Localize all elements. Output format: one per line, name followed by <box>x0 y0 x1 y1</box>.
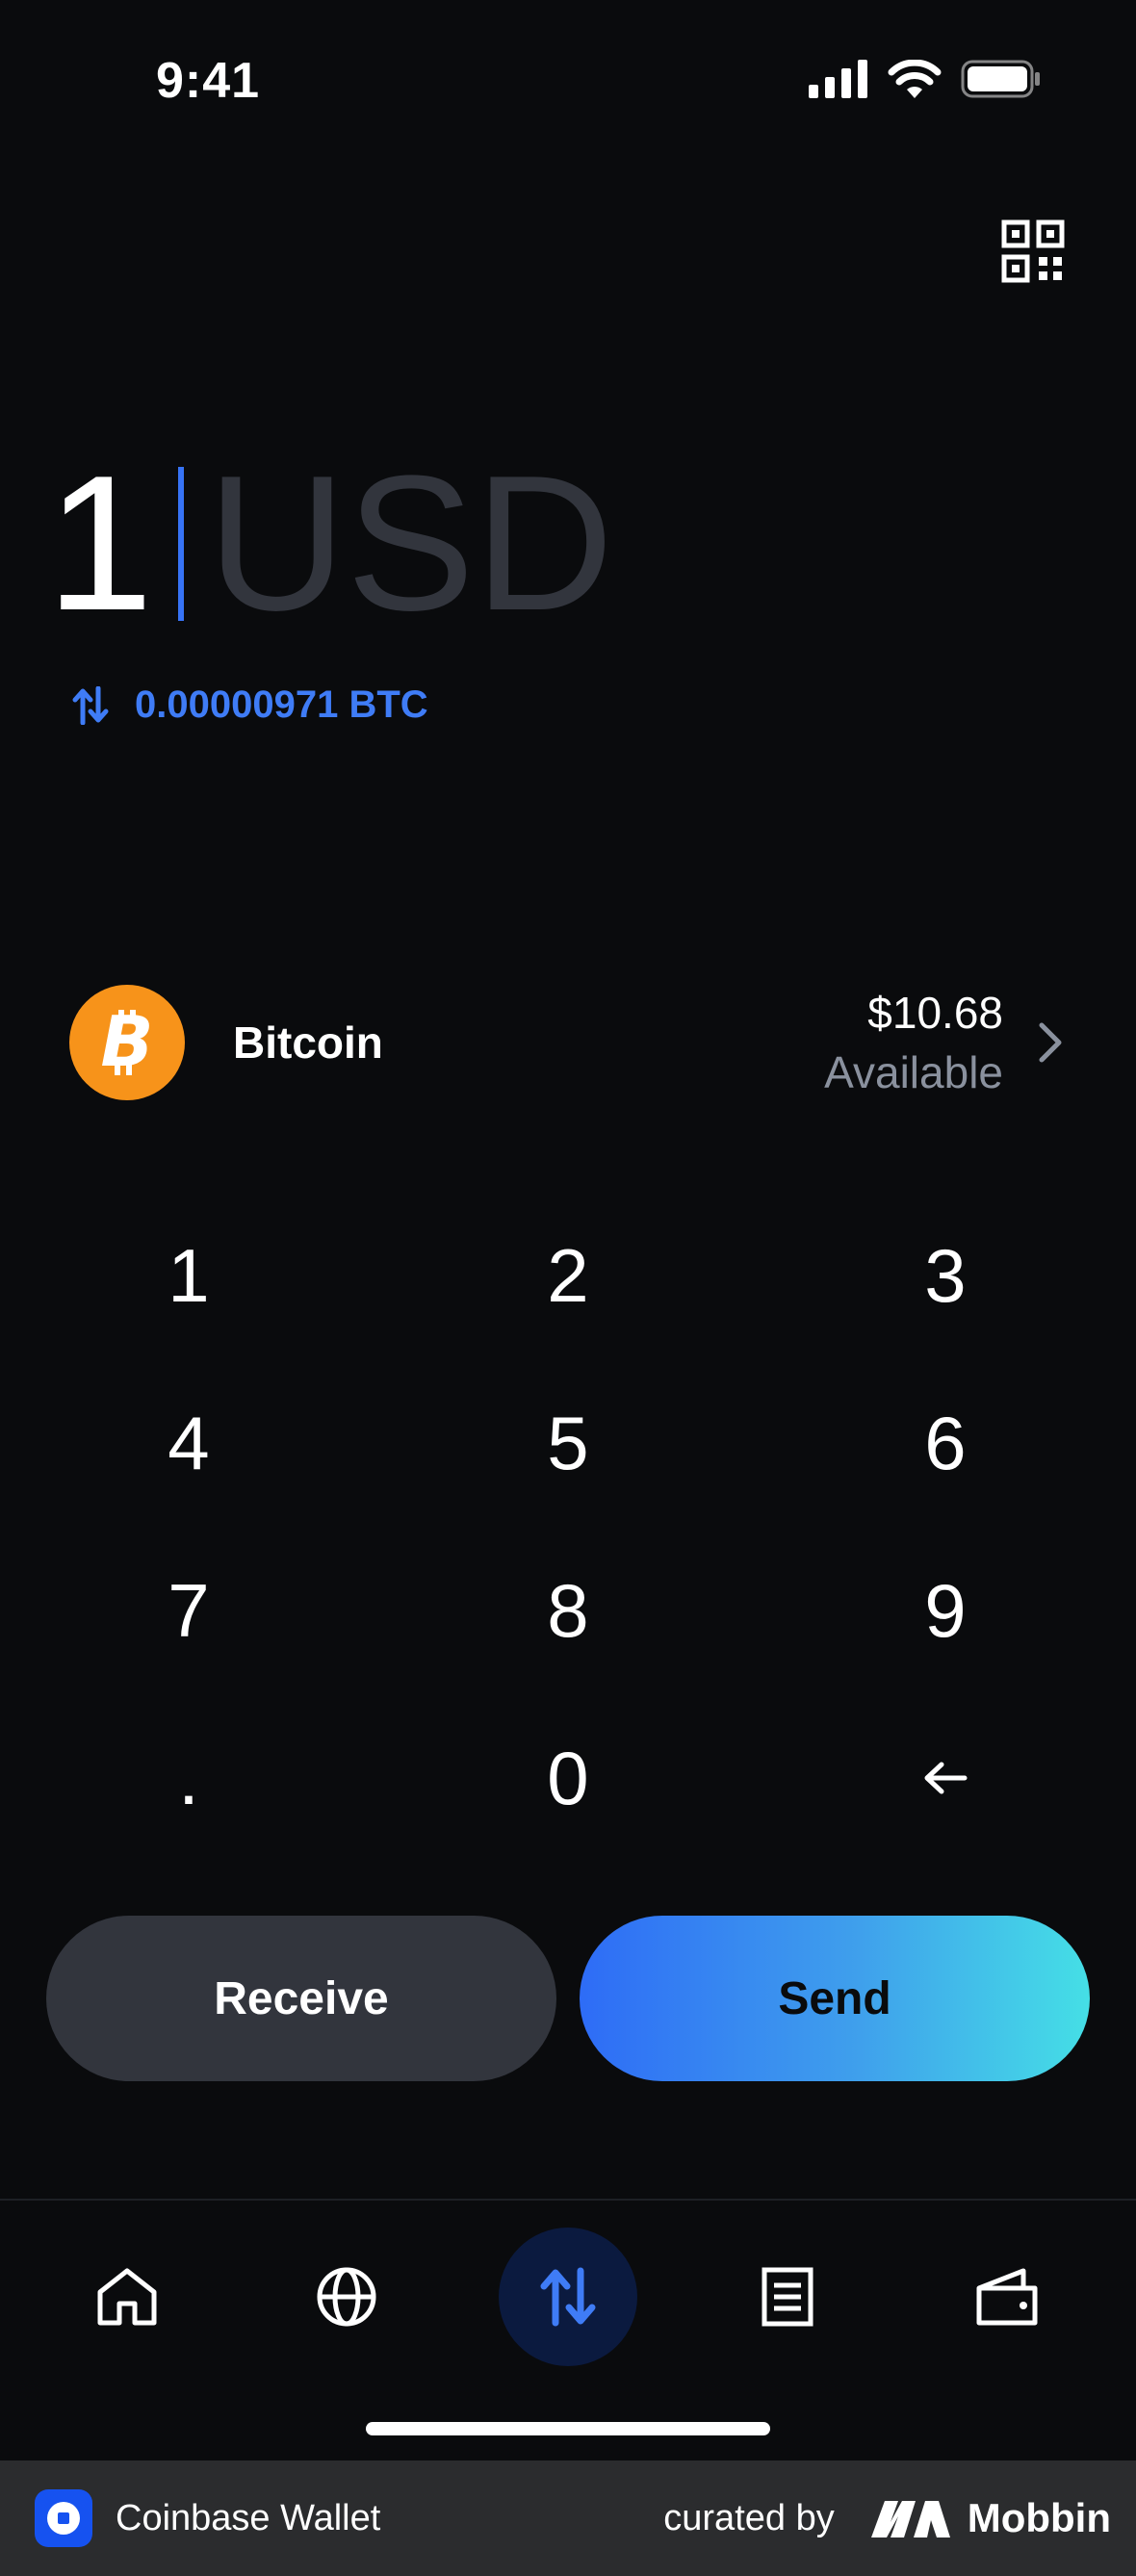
key-3[interactable]: 3 <box>801 1203 1090 1348</box>
chevron-right-icon <box>1039 1022 1062 1062</box>
home-indicator <box>366 2422 770 2435</box>
asset-balance: $10.68 <box>867 987 1003 1038</box>
bitcoin-icon: B <box>69 984 185 1100</box>
tab-home[interactable] <box>69 2239 185 2355</box>
asset-selector[interactable]: B Bitcoin $10.68 Available <box>69 982 1071 1102</box>
backspace-arrow-icon <box>924 1762 968 1794</box>
key-9[interactable]: 9 <box>801 1538 1090 1683</box>
tab-wallet[interactable] <box>949 2239 1065 2355</box>
tab-bar-divider <box>0 2199 1136 2201</box>
key-7[interactable]: 7 <box>44 1538 333 1683</box>
key-1[interactable]: 1 <box>44 1203 333 1348</box>
app-name: Coinbase Wallet <box>116 2497 381 2538</box>
key-decimal[interactable]: . <box>44 1706 333 1850</box>
available-label: Available <box>824 1046 1003 1097</box>
cellular-signal-icon <box>809 60 867 98</box>
amount-display[interactable]: 1 USD <box>46 448 614 640</box>
swap-arrows-icon <box>72 685 109 725</box>
tab-send-receive[interactable] <box>499 2228 637 2366</box>
send-button[interactable]: Send <box>580 1916 1090 2081</box>
wifi-icon <box>888 60 942 98</box>
key-5[interactable]: 5 <box>424 1371 712 1515</box>
amount-value: 1 <box>46 436 154 651</box>
qr-code-scan-button[interactable] <box>1001 219 1065 283</box>
mobbin-logo-icon <box>870 2501 950 2537</box>
key-8[interactable]: 8 <box>424 1538 712 1683</box>
curated-by-label: curated by <box>663 2497 835 2538</box>
key-backspace[interactable] <box>801 1706 1090 1850</box>
status-icons <box>809 60 1042 98</box>
text-cursor <box>178 467 185 621</box>
key-0[interactable]: 0 <box>424 1706 712 1850</box>
home-icon <box>97 2268 157 2326</box>
swap-icon <box>540 2267 596 2327</box>
globe-icon <box>317 2267 376 2327</box>
qr-code-icon <box>1001 219 1065 283</box>
wallet-icon <box>976 2268 1038 2326</box>
key-6[interactable]: 6 <box>801 1371 1090 1515</box>
key-4[interactable]: 4 <box>44 1371 333 1515</box>
tab-activity[interactable] <box>730 2239 845 2355</box>
attribution-footer: Coinbase Wallet curated by Mobbin <box>0 2460 1136 2576</box>
battery-icon <box>961 60 1040 98</box>
key-2[interactable]: 2 <box>424 1203 712 1348</box>
status-time: 9:41 <box>156 53 261 109</box>
asset-balance-block: $10.68 Available <box>824 987 1003 1098</box>
receive-button[interactable]: Receive <box>46 1916 556 2081</box>
amount-currency-unit: USD <box>207 436 614 651</box>
currency-toggle[interactable]: 0.00000971 BTC <box>71 683 428 727</box>
asset-name: Bitcoin <box>233 1017 383 1068</box>
tab-explore[interactable] <box>289 2239 404 2355</box>
coinbase-wallet-logo-icon <box>35 2489 92 2547</box>
mobbin-brand: Mobbin <box>967 2495 1111 2540</box>
converted-amount: 0.00000971 BTC <box>135 683 428 726</box>
document-icon <box>762 2267 813 2327</box>
